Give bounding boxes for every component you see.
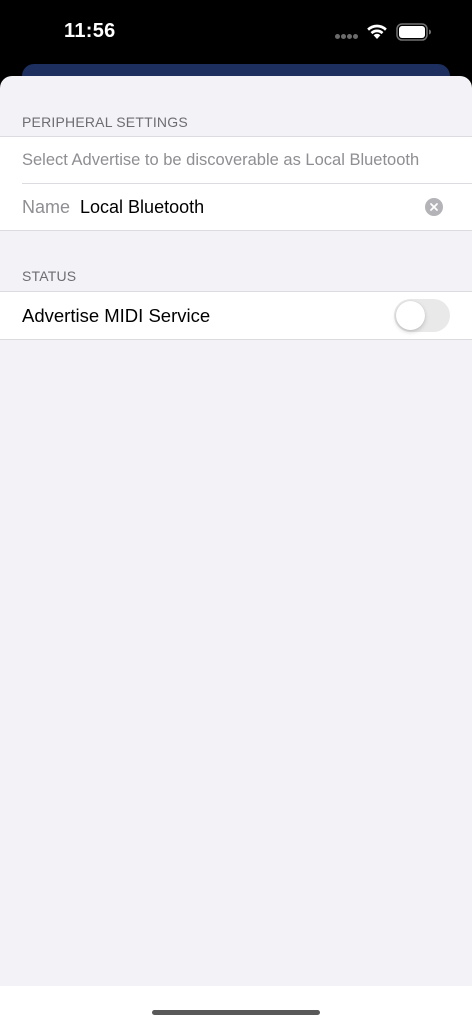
battery-icon [396, 23, 431, 41]
name-row[interactable]: Name [22, 183, 472, 230]
home-area [0, 986, 472, 1024]
clear-circle-icon[interactable] [425, 198, 443, 216]
status-bar: 11:56 [0, 0, 472, 64]
settings-sheet: PERIPHERAL SETTINGS Select Advertise to … [0, 76, 472, 1024]
status-time: 11:56 [64, 20, 116, 42]
hint-text: Select Advertise to be discoverable as L… [22, 150, 420, 169]
hint-row: Select Advertise to be discoverable as L… [0, 137, 472, 183]
toggle-knob [396, 301, 425, 330]
name-input[interactable] [80, 196, 401, 218]
name-label: Name [22, 196, 71, 217]
status-header: STATUS [22, 268, 77, 284]
advertise-label: Advertise MIDI Service [22, 304, 211, 326]
advertise-row: Advertise MIDI Service [0, 292, 472, 339]
cellular-dots-icon [335, 34, 359, 40]
peripheral-settings-group: Select Advertise to be discoverable as L… [0, 136, 472, 231]
screen: 11:56 PERIPHERAL SETTINGS Select Adverti… [0, 0, 472, 1024]
home-indicator[interactable] [152, 1010, 320, 1015]
peripheral-settings-header: PERIPHERAL SETTINGS [22, 114, 188, 130]
advertise-toggle[interactable] [394, 299, 450, 332]
status-group: Advertise MIDI Service [0, 291, 472, 340]
wifi-icon [367, 24, 387, 39]
clear-x-icon [430, 203, 438, 211]
